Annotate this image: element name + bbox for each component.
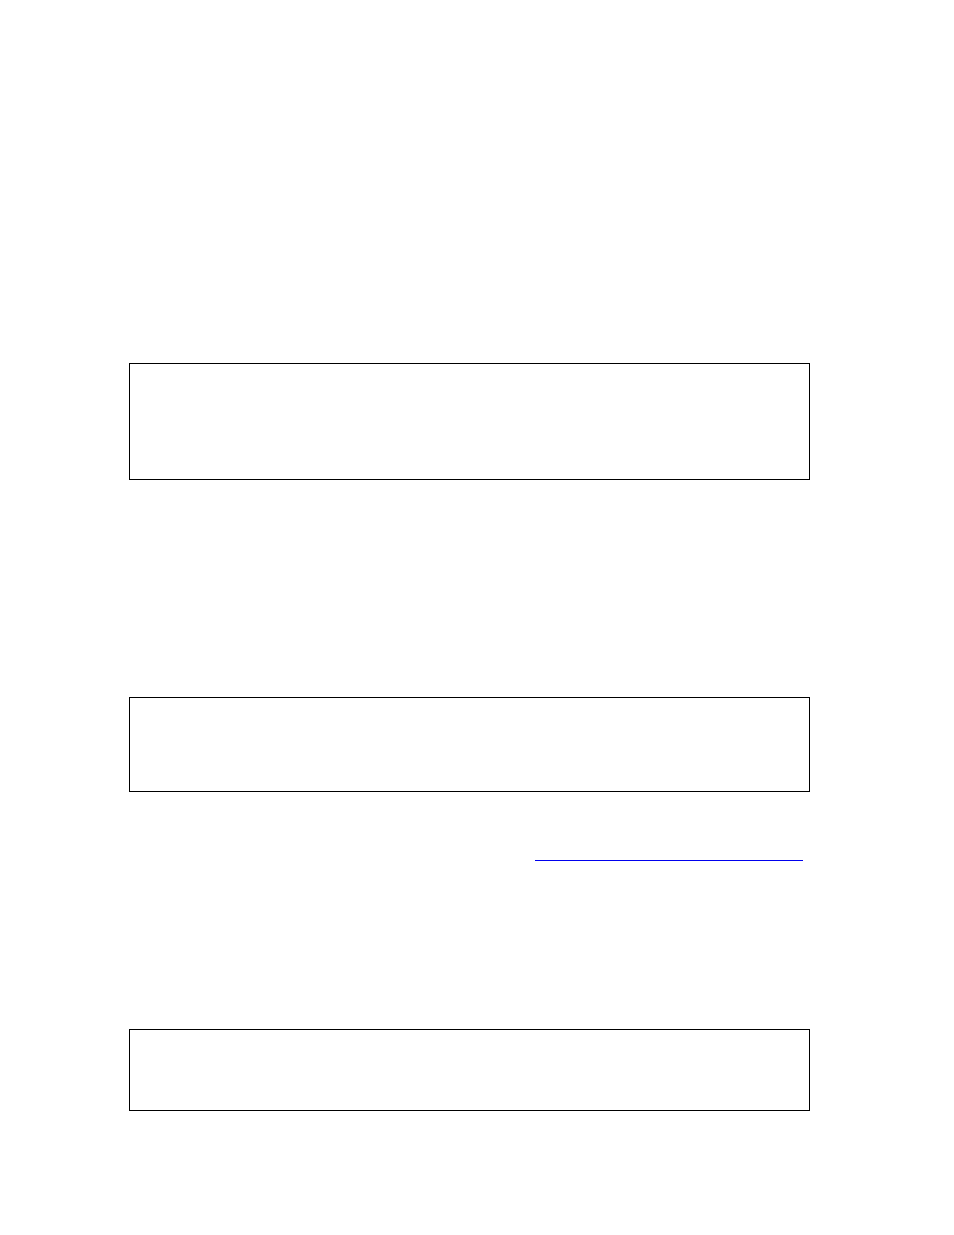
bordered-box-3 [129,1029,810,1111]
bordered-box-2 [129,697,810,792]
hyperlink-underline[interactable] [535,860,803,861]
bordered-box-1 [129,363,810,480]
